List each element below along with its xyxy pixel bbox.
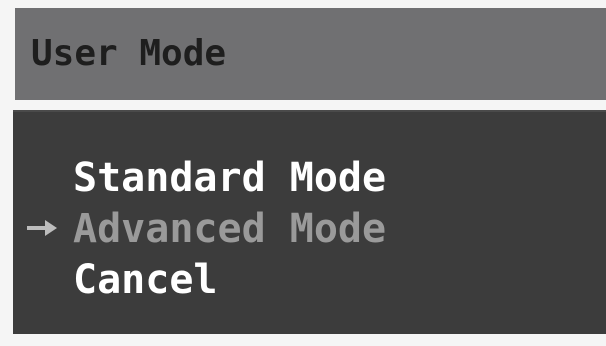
- menu-item-cancel[interactable]: Cancel: [73, 256, 218, 304]
- mode-menu: Standard Mode Advanced Mode Cancel: [13, 110, 606, 334]
- menu-item-standard-mode[interactable]: Standard Mode: [73, 154, 386, 202]
- arrow-right-icon: [27, 220, 57, 236]
- dialog-title: User Mode: [31, 33, 227, 74]
- user-mode-dialog: User Mode Standard Mode Advanced Mode Ca…: [0, 0, 606, 346]
- menu-item-advanced-mode[interactable]: Advanced Mode: [73, 205, 386, 253]
- title-bar: User Mode: [15, 8, 606, 100]
